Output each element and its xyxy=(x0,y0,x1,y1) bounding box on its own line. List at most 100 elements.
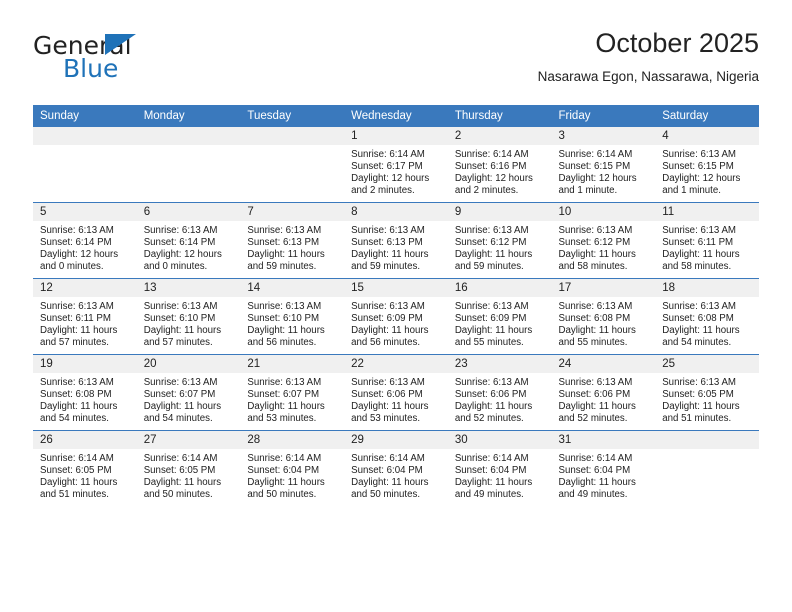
sunrise-time: Sunrise: 6:14 AM xyxy=(558,453,633,464)
daylight-duration-cont: and 54 minutes. xyxy=(662,337,732,349)
daylight-duration: Daylight: 12 hours xyxy=(662,173,741,185)
day-number: 9 xyxy=(447,203,552,221)
day-details: Sunrise: 6:14 AM Sunset: 6:17 PM Daylight:… xyxy=(344,145,448,197)
day-number: 10 xyxy=(551,203,656,221)
calendar-day-cell[interactable]: 5 Sunrise: 6:13 AM Sunset: 6:14 PM Daylight… xyxy=(33,202,137,279)
daylight-duration-cont: and 59 minutes. xyxy=(351,261,421,273)
calendar-day-cell[interactable]: 7 Sunrise: 6:13 AM Sunset: 6:13 PM Daylight… xyxy=(240,202,345,279)
calendar-day-cell[interactable]: 3 Sunrise: 6:14 AM Sunset: 6:15 PM Daylight… xyxy=(551,127,656,203)
sunset-time: Sunset: 6:09 PM xyxy=(351,313,423,325)
calendar-day-cell[interactable]: 4 Sunrise: 6:13 AM Sunset: 6:15 PM Daylight… xyxy=(655,127,759,203)
daylight-duration: Daylight: 11 hours xyxy=(351,477,429,489)
calendar-day-cell[interactable]: 24 Sunrise: 6:13 AM Sunset: 6:06 PM Dayligh… xyxy=(551,354,656,431)
calendar-day-cell[interactable]: 22 Sunrise: 6:13 AM Sunset: 6:06 PM Dayligh… xyxy=(344,354,448,431)
sunset-time: Sunset: 6:06 PM xyxy=(558,389,631,401)
sunrise-time: Sunrise: 6:13 AM xyxy=(558,301,633,312)
daylight-duration-cont: and 2 minutes. xyxy=(454,185,519,197)
calendar-day-cell[interactable]: 2 Sunrise: 6:14 AM Sunset: 6:16 PM Daylight… xyxy=(447,127,552,203)
sunset-time: Sunset: 6:13 PM xyxy=(247,237,320,249)
calendar-day-cell[interactable]: 31 Sunrise: 6:14 AM Sunset: 6:04 PM Dayligh… xyxy=(551,430,656,506)
title-block: October 2025 Nasarawa Egon, Nassarawa, N… xyxy=(538,26,759,85)
calendar-day-cell[interactable]: 27 Sunrise: 6:14 AM Sunset: 6:05 PM Dayligh… xyxy=(136,430,241,506)
sunrise-time: Sunrise: 6:13 AM xyxy=(40,225,114,236)
calendar-day-cell[interactable]: 30 Sunrise: 6:14 AM Sunset: 6:04 PM Dayligh… xyxy=(447,430,552,506)
sunrise-time: Sunrise: 6:13 AM xyxy=(351,225,425,236)
daylight-duration-cont: and 55 minutes. xyxy=(454,337,524,349)
day-number: 28 xyxy=(240,431,345,449)
daylight-duration: Daylight: 11 hours xyxy=(662,401,740,413)
weekday-header-sunday: Sunday xyxy=(33,105,137,127)
calendar-day-cell[interactable]: 8 Sunrise: 6:13 AM Sunset: 6:13 PM Daylight… xyxy=(344,202,448,279)
sunset-time: Sunset: 6:08 PM xyxy=(662,313,734,325)
daylight-duration-cont: and 59 minutes. xyxy=(454,261,524,273)
day-number: 20 xyxy=(136,355,241,373)
weekday-header-thursday: Thursday xyxy=(447,105,552,127)
sunrise-time: Sunrise: 6:14 AM xyxy=(454,149,529,160)
day-details: Sunrise: 6:13 AM Sunset: 6:11 PM Daylight:… xyxy=(33,297,137,349)
sunset-time: Sunset: 6:04 PM xyxy=(454,465,527,477)
day-details: Sunrise: 6:13 AM Sunset: 6:06 PM Daylight:… xyxy=(344,373,448,425)
calendar-week-row: 1 Sunrise: 6:14 AM Sunset: 6:17 PM Daylight… xyxy=(33,127,759,203)
daylight-duration: Daylight: 11 hours xyxy=(247,401,325,413)
sunset-time: Sunset: 6:11 PM xyxy=(40,313,111,325)
calendar-day-cell[interactable]: 20 Sunrise: 6:13 AM Sunset: 6:07 PM Dayligh… xyxy=(136,354,241,431)
calendar-day-cell[interactable]: 13 Sunrise: 6:13 AM Sunset: 6:10 PM Dayligh… xyxy=(136,278,241,355)
day-details: Sunrise: 6:13 AM Sunset: 6:08 PM Daylight:… xyxy=(552,297,656,349)
daylight-duration-cont: and 52 minutes. xyxy=(454,413,524,425)
calendar-day-cell[interactable]: 14 Sunrise: 6:13 AM Sunset: 6:10 PM Dayligh… xyxy=(240,278,345,355)
calendar-day-cell[interactable]: 29 Sunrise: 6:14 AM Sunset: 6:04 PM Dayligh… xyxy=(344,430,448,506)
calendar-day-cell[interactable]: 12 Sunrise: 6:13 AM Sunset: 6:11 PM Dayligh… xyxy=(33,278,137,355)
sunrise-time: Sunrise: 6:14 AM xyxy=(143,453,218,464)
calendar-day-cell[interactable]: 28 Sunrise: 6:14 AM Sunset: 6:04 PM Dayligh… xyxy=(240,430,345,506)
calendar-day-cell[interactable]: 10 Sunrise: 6:13 AM Sunset: 6:12 PM Dayligh… xyxy=(551,202,656,279)
calendar-day-cell-empty xyxy=(136,127,241,203)
sunrise-time: Sunrise: 6:13 AM xyxy=(247,225,322,236)
calendar-day-cell[interactable]: 26 Sunrise: 6:14 AM Sunset: 6:05 PM Dayligh… xyxy=(33,430,137,506)
sunset-time: Sunset: 6:08 PM xyxy=(558,313,631,325)
calendar-day-cell[interactable]: 25 Sunrise: 6:13 AM Sunset: 6:05 PM Dayligh… xyxy=(655,354,759,431)
calendar-day-cell[interactable]: 21 Sunrise: 6:13 AM Sunset: 6:07 PM Dayligh… xyxy=(240,354,345,431)
calendar-day-cell-empty xyxy=(655,430,759,506)
daylight-duration: Daylight: 11 hours xyxy=(558,325,636,337)
daylight-duration-cont: and 49 minutes. xyxy=(558,489,628,501)
calendar-day-cell[interactable]: 18 Sunrise: 6:13 AM Sunset: 6:08 PM Dayligh… xyxy=(655,278,759,355)
weekday-header-tuesday: Tuesday xyxy=(240,105,345,127)
day-details: Sunrise: 6:14 AM Sunset: 6:05 PM Daylight:… xyxy=(33,449,137,501)
day-details: Sunrise: 6:14 AM Sunset: 6:05 PM Daylight:… xyxy=(137,449,241,501)
brand-logo[interactable]: General Blue xyxy=(33,32,253,88)
day-number: 14 xyxy=(240,279,345,297)
calendar-day-cell[interactable]: 1 Sunrise: 6:14 AM Sunset: 6:17 PM Daylight… xyxy=(344,127,448,203)
sunrise-time: Sunrise: 6:13 AM xyxy=(558,377,633,388)
daylight-duration: Daylight: 11 hours xyxy=(454,477,533,489)
daylight-duration: Daylight: 11 hours xyxy=(351,249,429,261)
sunrise-time: Sunrise: 6:14 AM xyxy=(247,453,322,464)
day-number: 31 xyxy=(551,431,656,449)
weekday-header-wednesday: Wednesday xyxy=(344,105,448,127)
calendar-day-cell[interactable]: 23 Sunrise: 6:13 AM Sunset: 6:06 PM Dayligh… xyxy=(447,354,552,431)
day-details: Sunrise: 6:14 AM Sunset: 6:16 PM Daylight:… xyxy=(448,145,552,197)
calendar-day-cell[interactable]: 15 Sunrise: 6:13 AM Sunset: 6:09 PM Dayligh… xyxy=(344,278,448,355)
day-number: 3 xyxy=(551,127,656,145)
sunset-time: Sunset: 6:07 PM xyxy=(143,389,216,401)
sunset-time: Sunset: 6:13 PM xyxy=(351,237,423,249)
day-number: 17 xyxy=(551,279,656,297)
sunset-time: Sunset: 6:16 PM xyxy=(454,161,527,173)
calendar-week-row: 5 Sunrise: 6:13 AM Sunset: 6:14 PM Daylight… xyxy=(33,202,759,279)
daylight-duration-cont: and 56 minutes. xyxy=(351,337,421,349)
day-details: Sunrise: 6:14 AM Sunset: 6:04 PM Daylight:… xyxy=(448,449,552,501)
sunrise-time: Sunrise: 6:13 AM xyxy=(351,377,425,388)
calendar-day-cell[interactable]: 9 Sunrise: 6:13 AM Sunset: 6:12 PM Daylight… xyxy=(447,202,552,279)
sunset-time: Sunset: 6:04 PM xyxy=(247,465,320,477)
day-number: 5 xyxy=(33,203,137,221)
calendar-day-cell[interactable]: 19 Sunrise: 6:13 AM Sunset: 6:08 PM Dayligh… xyxy=(33,354,137,431)
calendar-day-cell[interactable]: 17 Sunrise: 6:13 AM Sunset: 6:08 PM Dayligh… xyxy=(551,278,656,355)
calendar-day-cell[interactable]: 11 Sunrise: 6:13 AM Sunset: 6:11 PM Dayligh… xyxy=(655,202,759,279)
day-number: 30 xyxy=(447,431,552,449)
calendar-day-cell[interactable]: 6 Sunrise: 6:13 AM Sunset: 6:14 PM Daylight… xyxy=(136,202,241,279)
calendar-day-cell[interactable]: 16 Sunrise: 6:13 AM Sunset: 6:09 PM Dayligh… xyxy=(447,278,552,355)
day-number xyxy=(136,127,241,145)
daylight-duration: Daylight: 11 hours xyxy=(558,249,636,261)
day-number: 8 xyxy=(344,203,448,221)
sunset-time: Sunset: 6:05 PM xyxy=(40,465,112,477)
daylight-duration: Daylight: 11 hours xyxy=(454,249,533,261)
